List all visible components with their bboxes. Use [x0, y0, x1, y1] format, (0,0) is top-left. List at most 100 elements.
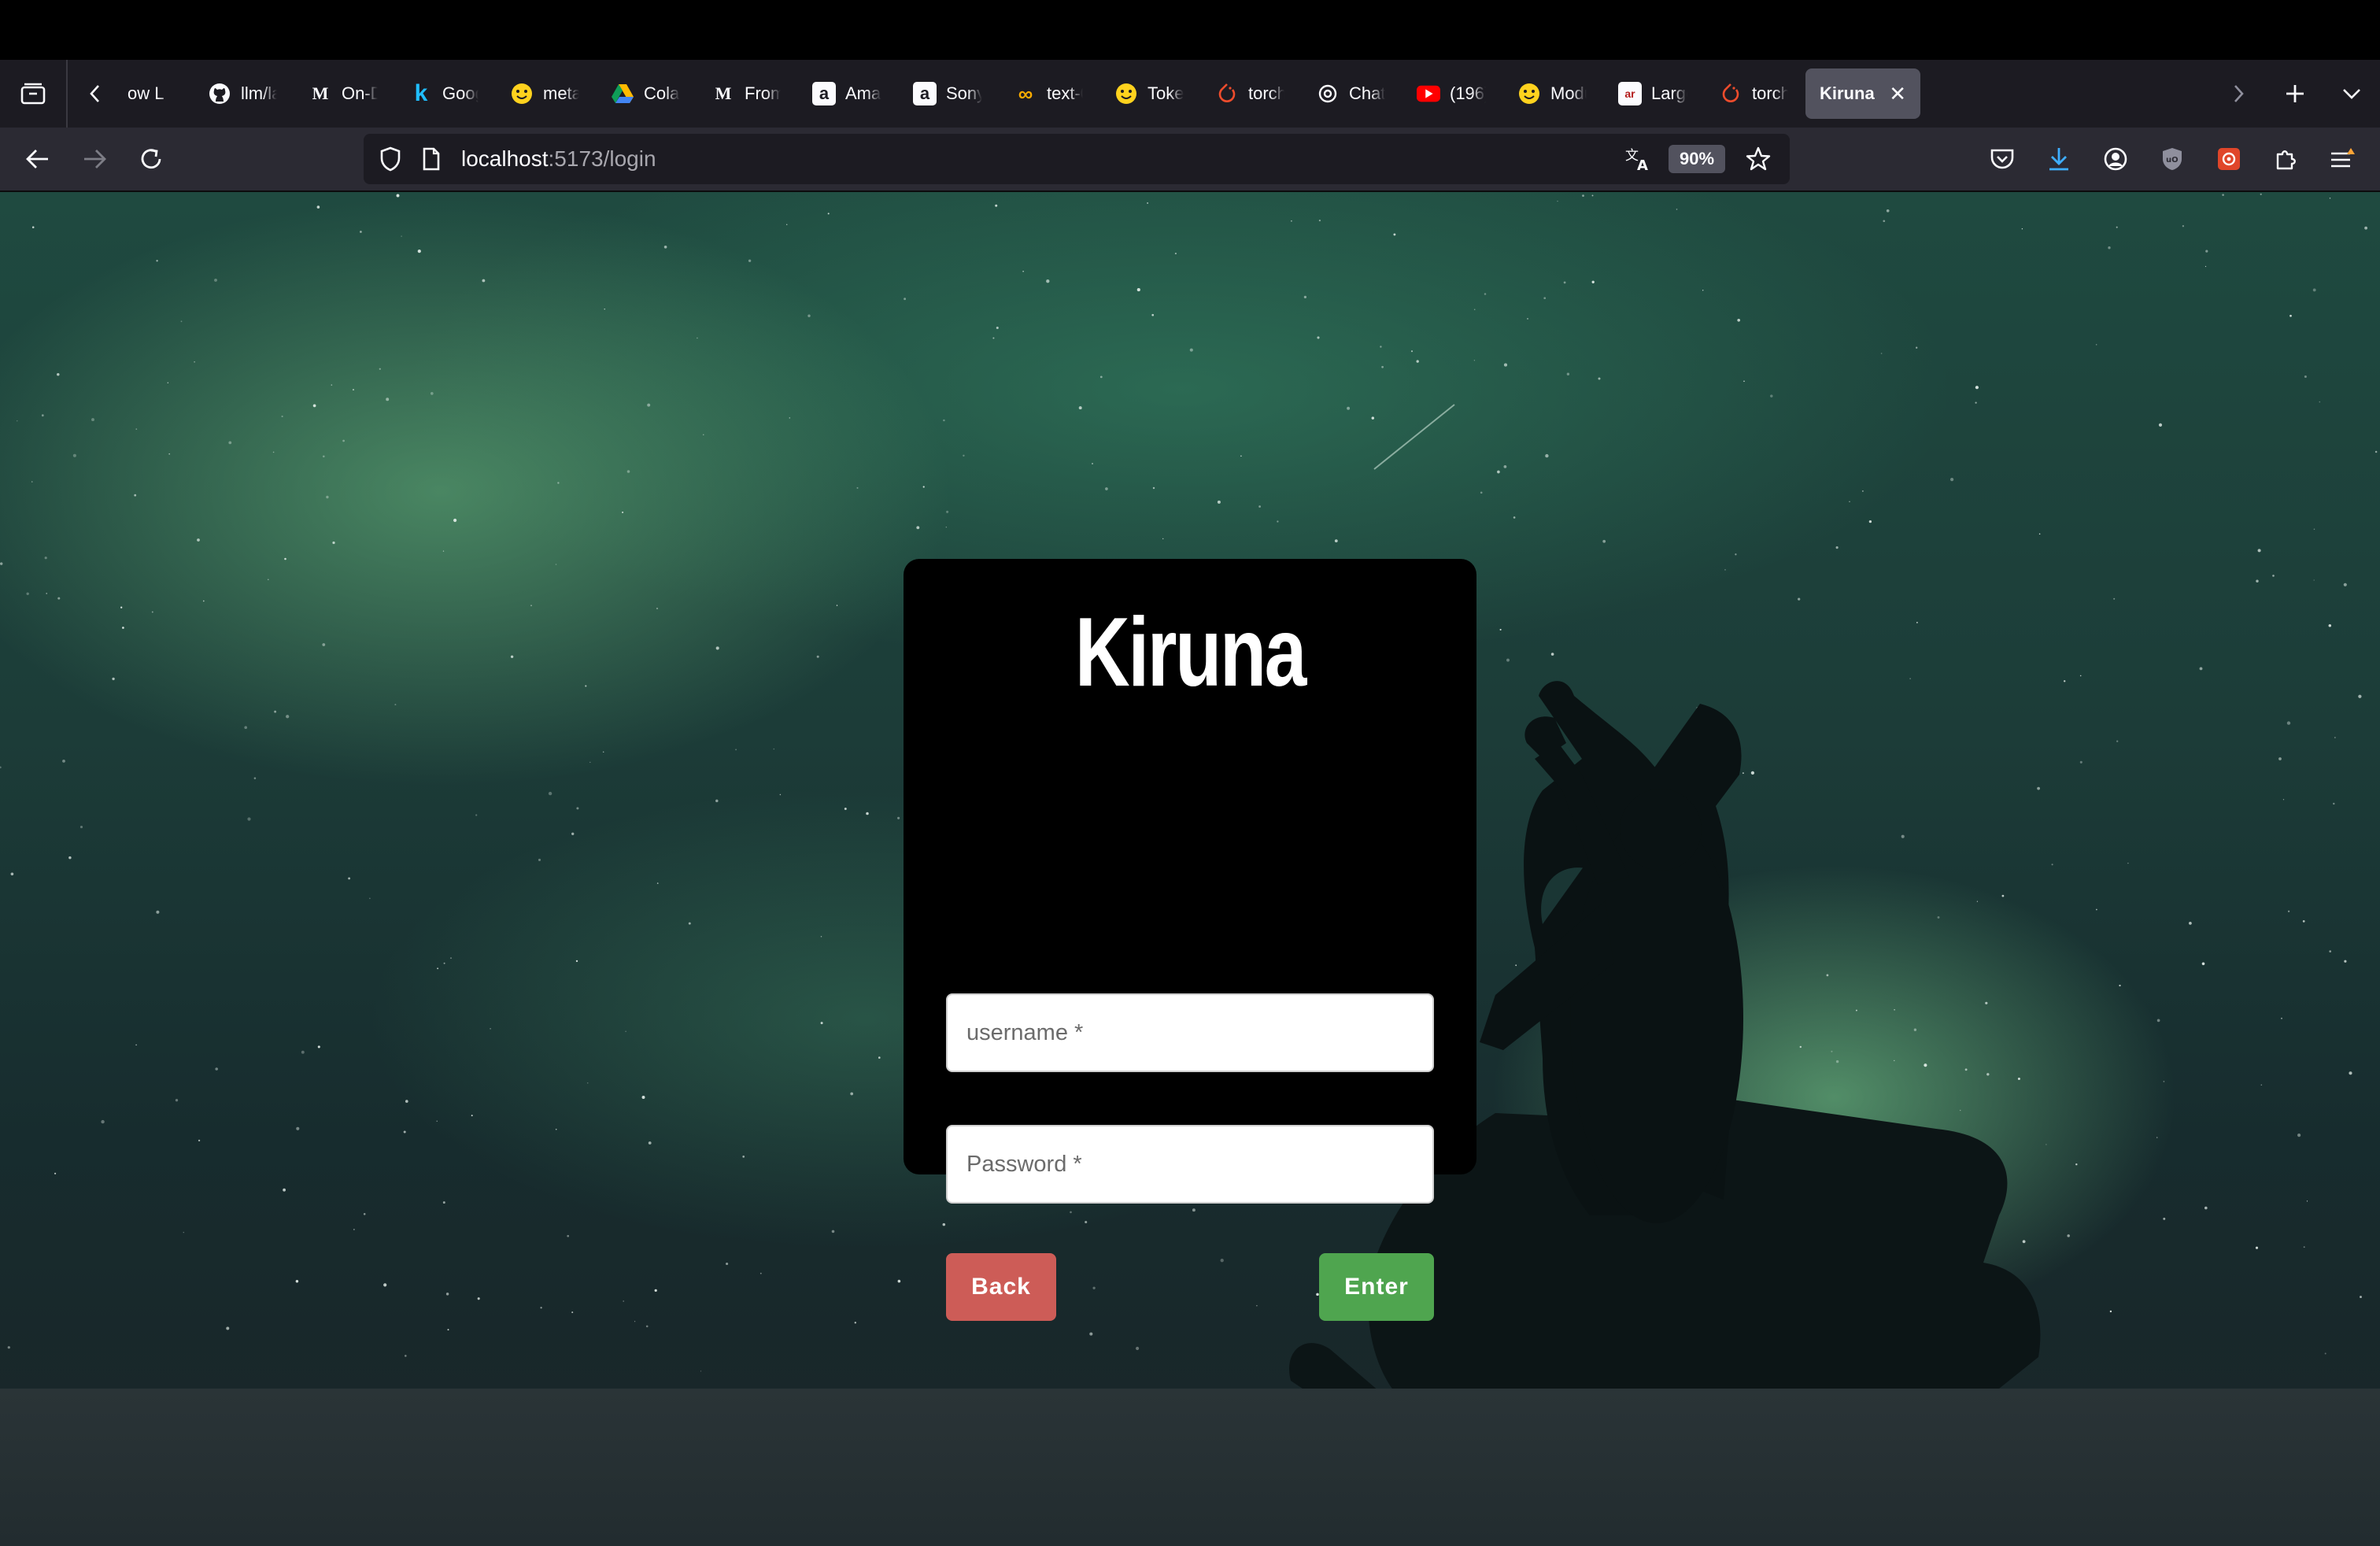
tab-label: text-0 [1047, 83, 1083, 103]
account-icon [2104, 147, 2127, 171]
scroll-tabs-right-button[interactable] [2210, 60, 2267, 128]
tab[interactable]: torch. [1201, 68, 1299, 119]
tab-label: Amaz [845, 83, 881, 103]
tab-label: ChatG [1349, 83, 1385, 103]
extensions-button[interactable] [2265, 139, 2306, 179]
tab-label: From [745, 83, 781, 103]
chevron-down-icon [2343, 89, 2360, 99]
kaggle-icon: k [414, 80, 428, 106]
page-icon[interactable] [419, 146, 444, 172]
zoom-level-badge[interactable]: 90% [1669, 145, 1726, 173]
tab[interactable]: torch. [1705, 68, 1802, 119]
colab-icon: ∞ [1018, 81, 1033, 105]
puzzle-icon [2276, 150, 2296, 170]
tab[interactable]: ar Large [1604, 68, 1702, 119]
account-button[interactable] [2095, 139, 2136, 179]
github-icon [208, 82, 231, 105]
tab[interactable]: (196) I [1402, 68, 1500, 119]
snow-ground [0, 1389, 2380, 1546]
reload-icon [141, 149, 161, 169]
google-drive-icon [611, 82, 634, 105]
plus-icon [2286, 85, 2304, 102]
tab[interactable]: Token [1100, 68, 1198, 119]
translate-icon[interactable]: 文A [1623, 146, 1654, 172]
tab-overview-button[interactable] [0, 60, 68, 128]
tab[interactable]: ow L [124, 68, 190, 119]
scroll-tabs-left-button[interactable] [68, 60, 123, 128]
list-all-tabs-button[interactable] [2323, 60, 2380, 128]
url-host: localhost [461, 146, 549, 171]
youtube-icon [1417, 82, 1440, 105]
tab-label: torch. [1752, 83, 1788, 103]
password-input[interactable] [948, 1126, 1432, 1202]
back-nav-button[interactable] [17, 139, 58, 179]
tab[interactable]: llm/lal [194, 68, 291, 119]
title-bar [0, 0, 2380, 60]
close-tab-icon[interactable]: ✕ [1889, 82, 1906, 106]
tab[interactable]: meta- [496, 68, 593, 119]
tab[interactable]: ChatG [1302, 68, 1399, 119]
chevron-right-icon [2234, 85, 2244, 102]
tab-label: Googl [442, 83, 479, 103]
app-menu-button[interactable] [2322, 139, 2363, 179]
reload-button[interactable] [131, 139, 172, 179]
tab[interactable]: a Sony [899, 68, 996, 119]
amazon-icon: a [913, 82, 937, 105]
pocket-button[interactable] [1982, 139, 2023, 179]
url-path: :5173/login [548, 146, 656, 171]
medium-icon: M [715, 83, 732, 103]
enter-button[interactable]: Enter [1319, 1253, 1434, 1321]
tab-active[interactable]: Kiruna ✕ [1805, 68, 1920, 119]
tab-label: meta- [543, 83, 579, 103]
pocket-icon [1990, 149, 2014, 169]
shield-icon[interactable] [378, 146, 403, 172]
ublock-icon: uO [2163, 148, 2182, 170]
tabs-row: ow L llm/lal M On-De k Googl meta- Cola [123, 60, 2210, 128]
extension-red-button[interactable] [2208, 139, 2249, 179]
tab-label: torch. [1248, 83, 1284, 103]
navigation-toolbar: localhost:5173/login 文A 90% uO [0, 128, 2380, 192]
tab[interactable]: Modu [1503, 68, 1601, 119]
svg-text:uO: uO [2166, 156, 2179, 165]
tab-label: (196) I [1450, 83, 1486, 103]
pytorch-icon [1719, 82, 1743, 105]
openai-icon [1316, 82, 1340, 105]
tab-label: Token [1148, 83, 1184, 103]
tab-label: On-De [342, 83, 378, 103]
arrow-right-icon [84, 150, 106, 168]
forward-nav-button[interactable] [74, 139, 115, 179]
amazon-icon: a [812, 82, 836, 105]
back-button[interactable]: Back [946, 1253, 1056, 1321]
tab[interactable]: a Amaz [798, 68, 896, 119]
arxiv-icon: ar [1618, 82, 1642, 105]
password-field[interactable] [946, 1125, 1434, 1204]
tab[interactable]: ∞ text-0 [1000, 68, 1097, 119]
ublock-extension-button[interactable]: uO [2152, 139, 2193, 179]
tab-strip: ow L llm/lal M On-De k Googl meta- Cola [0, 60, 2380, 128]
url-bar[interactable]: localhost:5173/login 文A 90% [364, 134, 1790, 184]
tab[interactable]: k Googl [395, 68, 493, 119]
url-text[interactable]: localhost:5173/login [461, 134, 656, 184]
tab[interactable]: M From [697, 68, 795, 119]
svg-text:A: A [1637, 157, 1648, 172]
tab-label: llm/lal [241, 83, 277, 103]
pytorch-icon [1215, 82, 1239, 105]
downloads-button[interactable] [2038, 139, 2079, 179]
bookmark-star-icon[interactable] [1746, 146, 1771, 172]
arrow-left-icon [26, 150, 48, 168]
app-title: Kiruna [1074, 598, 1307, 707]
tab[interactable]: Colab [597, 68, 694, 119]
chevron-left-icon [90, 85, 99, 102]
huggingface-icon [1114, 82, 1138, 105]
hamburger-menu-icon [2331, 148, 2355, 168]
tab-overview-icon [20, 83, 46, 105]
username-field[interactable] [946, 993, 1434, 1072]
login-card: Kiruna Back Enter [904, 559, 1476, 1321]
tab-label: Sony [946, 83, 982, 103]
extension-red-icon [2218, 148, 2240, 170]
new-tab-button[interactable] [2267, 60, 2323, 128]
tab-strip-controls [2210, 60, 2380, 128]
tab[interactable]: M On-De [294, 68, 392, 119]
username-input[interactable] [948, 995, 1432, 1071]
tab-label: ow L [128, 83, 164, 103]
